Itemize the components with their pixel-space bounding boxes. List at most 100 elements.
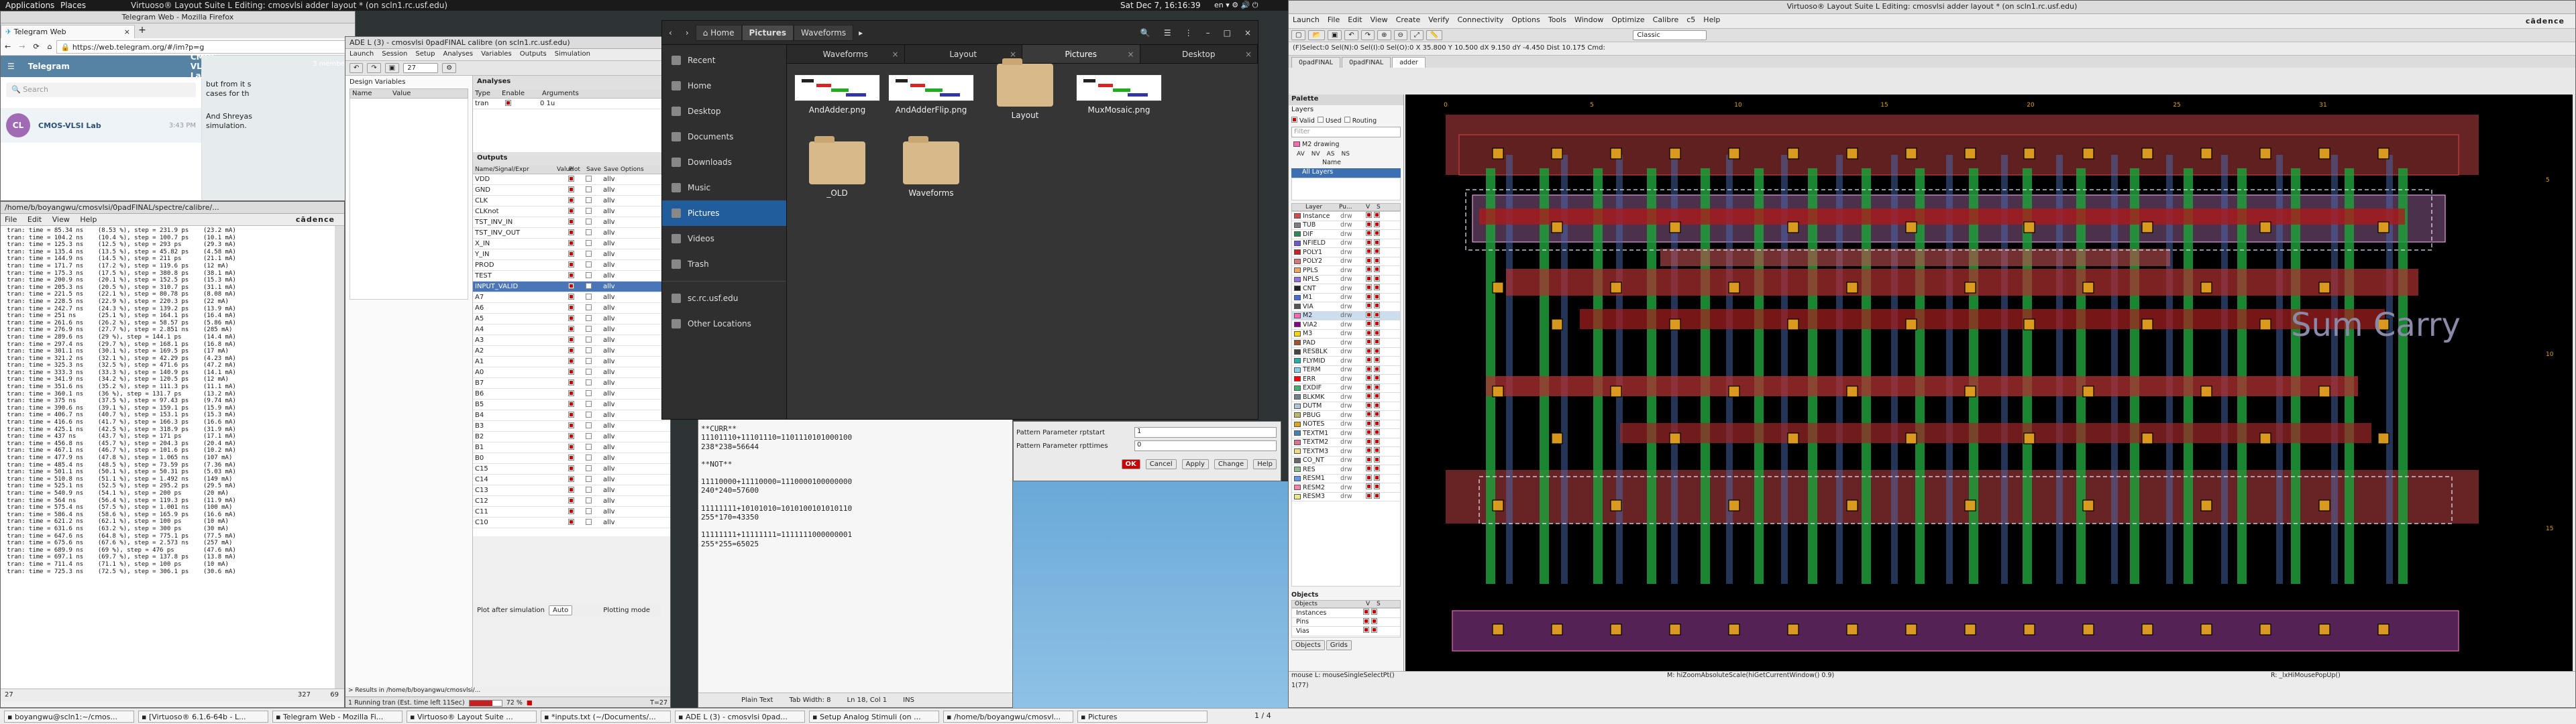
output-row[interactable]: B0 allv: [473, 453, 670, 464]
layer-row[interactable]: VIA2 drw: [1292, 320, 1400, 330]
layer-row[interactable]: ERR drw: [1292, 375, 1400, 384]
save-option[interactable]: allv: [603, 251, 615, 258]
selectable-checkbox[interactable]: [1374, 284, 1382, 292]
log-output[interactable]: tran: time = 85.34 ns (8.53 %), step = 2…: [1, 226, 344, 688]
contact[interactable]: [1905, 432, 1917, 444]
save-option[interactable]: allv: [603, 347, 615, 355]
output-row[interactable]: PROD allv: [473, 260, 670, 271]
forward-icon[interactable]: →: [15, 42, 29, 51]
workspace-select[interactable]: Classic: [1633, 30, 1707, 40]
contact[interactable]: [1492, 499, 1504, 511]
output-row[interactable]: C10 allv: [473, 518, 670, 528]
visible-checkbox[interactable]: [1366, 347, 1374, 356]
menu-launch[interactable]: Launch: [1289, 14, 1324, 25]
search-input[interactable]: 🔍 Search: [6, 82, 196, 97]
layer-row[interactable]: TUB drw: [1292, 221, 1400, 230]
save-option[interactable]: allv: [603, 497, 615, 505]
visible-checkbox[interactable]: [1366, 365, 1374, 374]
save-option[interactable]: allv: [603, 422, 615, 430]
selectable-checkbox[interactable]: [1374, 375, 1382, 383]
visible-checkbox[interactable]: [1366, 339, 1374, 347]
back-icon[interactable]: ←: [1, 42, 15, 51]
contact[interactable]: [2200, 499, 2212, 511]
plot-checkbox[interactable]: [568, 229, 586, 237]
contact[interactable]: [1551, 318, 1563, 330]
ns-button[interactable]: NS: [1342, 151, 1350, 158]
selectable-checkbox[interactable]: [1374, 275, 1382, 284]
menu-session[interactable]: Session: [378, 49, 411, 59]
save-checkbox[interactable]: [586, 239, 603, 248]
redo-icon[interactable]: ↷: [1360, 30, 1375, 40]
output-row[interactable]: CLK allv: [473, 196, 670, 206]
save-checkbox[interactable]: [586, 282, 603, 291]
contact[interactable]: [2082, 385, 2094, 398]
save-checkbox[interactable]: [586, 314, 603, 323]
contact[interactable]: [2141, 432, 2153, 444]
taskbar-item[interactable]: ▪ Setup Analog Stimuli (on ...: [809, 711, 939, 723]
contact[interactable]: [2318, 623, 2330, 636]
save-checkbox[interactable]: [586, 454, 603, 463]
menu-simulation[interactable]: Simulation: [551, 49, 594, 59]
layer-row[interactable]: M2 drw: [1292, 311, 1400, 320]
contact[interactable]: [1728, 623, 1740, 636]
save-option[interactable]: allv: [603, 315, 615, 322]
maximize-icon[interactable]: □: [1217, 28, 1238, 38]
contact[interactable]: [1669, 147, 1681, 160]
undo-icon[interactable]: ↶: [1344, 30, 1358, 40]
contact[interactable]: [1905, 318, 1917, 330]
contact[interactable]: [1964, 147, 1976, 160]
workspace-indicator[interactable]: 1 / 4: [1254, 711, 1271, 720]
save-option[interactable]: allv: [603, 369, 615, 376]
sidebar-item-documents[interactable]: Documents: [662, 124, 786, 149]
objects-table[interactable]: Instances Pins Vias: [1291, 608, 1401, 638]
visible-checkbox[interactable]: [1366, 483, 1374, 491]
visible-checkbox[interactable]: [1366, 357, 1374, 365]
contact[interactable]: [1964, 623, 1976, 636]
plot-checkbox[interactable]: [568, 422, 586, 430]
forward-icon[interactable]: ›: [679, 28, 696, 38]
sidebar-item-home[interactable]: Home: [662, 73, 786, 99]
output-row[interactable]: C11 allv: [473, 507, 670, 518]
contact[interactable]: [2082, 499, 2094, 511]
layout-canvas[interactable]: 0510152025315101517.5Sum Carry: [1405, 95, 2573, 707]
plot-checkbox[interactable]: [568, 465, 586, 473]
new-tab-button[interactable]: +: [135, 25, 150, 38]
contact[interactable]: [1846, 147, 1858, 160]
selectable-checkbox[interactable]: [1374, 320, 1382, 328]
open-icon[interactable]: 📂: [1308, 30, 1325, 40]
image-file-item[interactable]: AndAdder.png: [794, 74, 881, 115]
save-checkbox[interactable]: [586, 250, 603, 259]
close-icon[interactable]: ×: [1238, 28, 1258, 38]
plot-checkbox[interactable]: [568, 486, 586, 495]
contact[interactable]: [1846, 282, 1858, 294]
save-checkbox[interactable]: [586, 518, 603, 527]
contact[interactable]: [1669, 221, 1681, 233]
menu-outputs[interactable]: Outputs: [516, 49, 551, 59]
save-checkbox[interactable]: [586, 304, 603, 312]
menu-file[interactable]: File: [1324, 14, 1344, 25]
plot-checkbox[interactable]: [568, 239, 586, 248]
objects-tab[interactable]: Objects: [1291, 640, 1325, 650]
save-checkbox[interactable]: [586, 325, 603, 334]
sidebar-item-sc-rc-usf-edu[interactable]: sc.rc.usf.edu: [662, 286, 786, 311]
nv-button[interactable]: NV: [1311, 151, 1320, 158]
language-select[interactable]: Plain Text: [741, 697, 773, 704]
save-checkbox[interactable]: [586, 475, 603, 484]
contact[interactable]: [1610, 499, 1622, 511]
save-option[interactable]: allv: [603, 476, 615, 483]
change-button[interactable]: Change: [1214, 459, 1248, 469]
contact[interactable]: [2141, 623, 2153, 636]
zoom-out-icon[interactable]: ⊖: [1393, 30, 1407, 40]
selectable-checkbox[interactable]: [1374, 239, 1382, 247]
layer-row[interactable]: RES drw: [1292, 465, 1400, 475]
save-option[interactable]: allv: [603, 465, 615, 473]
selectable-checkbox[interactable]: [1374, 257, 1382, 265]
contact[interactable]: [1610, 282, 1622, 294]
cellview-tab[interactable]: adder: [1392, 57, 1426, 68]
selectable-checkbox[interactable]: [1374, 456, 1382, 465]
breadcrumb-home[interactable]: ⌂ Home: [695, 24, 742, 41]
output-row[interactable]: B6 allv: [473, 389, 670, 400]
ruler-icon[interactable]: 📏: [1426, 30, 1443, 40]
applications-menu[interactable]: Applications: [5, 1, 54, 10]
output-row[interactable]: C12 allv: [473, 496, 670, 507]
